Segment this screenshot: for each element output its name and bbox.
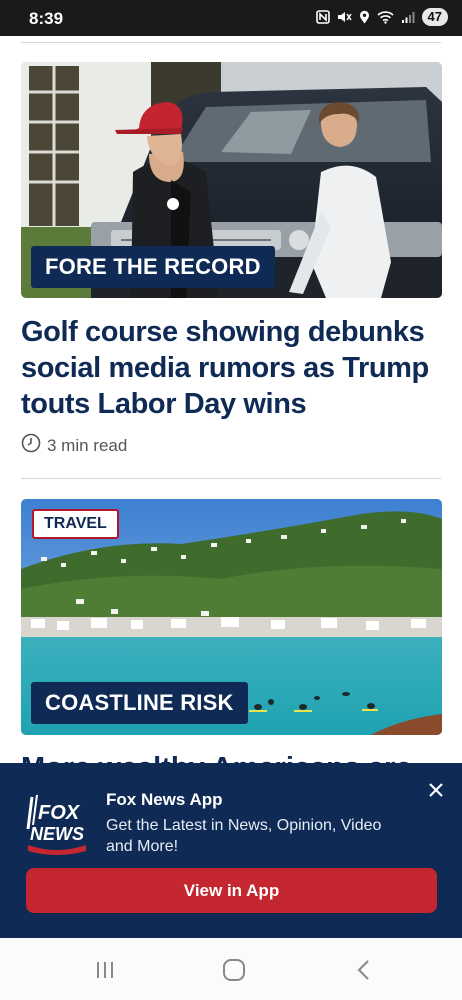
clock-icon xyxy=(21,433,41,458)
view-in-app-button[interactable]: View in App xyxy=(26,868,437,913)
article-1-headline[interactable]: Golf course showing debunks social media… xyxy=(21,314,441,422)
section-tag-travel[interactable]: TRAVEL xyxy=(32,509,119,539)
system-nav-bar xyxy=(0,938,462,1000)
back-icon[interactable] xyxy=(350,958,378,982)
battery-icon: 47 xyxy=(421,8,448,26)
divider xyxy=(21,478,441,479)
location-icon xyxy=(359,10,370,24)
recent-apps-icon[interactable] xyxy=(91,958,119,982)
status-time: 8:39 xyxy=(29,9,64,28)
nfc-icon xyxy=(315,10,330,24)
signal-icon xyxy=(401,10,415,24)
divider xyxy=(21,42,441,43)
article-kicker[interactable]: FORE THE RECORD xyxy=(31,246,275,288)
app-promo-banner: FOX NEWS Fox News App Get the Latest in … xyxy=(0,763,462,938)
status-bar: 8:39 47 xyxy=(0,0,462,36)
read-time-text: 3 min read xyxy=(47,435,128,455)
article-kicker[interactable]: COASTLINE RISK xyxy=(31,682,248,724)
read-time: 3 min read xyxy=(21,433,127,458)
fox-news-logo: FOX NEWS xyxy=(24,789,90,855)
article-2-image[interactable]: TRAVEL COASTLINE RISK xyxy=(21,499,442,735)
mute-icon xyxy=(337,10,352,24)
status-icons: 47 xyxy=(315,8,448,26)
close-icon[interactable] xyxy=(425,779,447,801)
promo-subtitle: Get the Latest in News, Opinion, Video a… xyxy=(106,817,382,855)
wifi-icon xyxy=(376,10,394,24)
promo-title: Fox News App xyxy=(106,790,223,809)
logo-text-news: NEWS xyxy=(30,824,84,844)
home-icon[interactable] xyxy=(220,958,248,982)
article-1-image[interactable]: FORE THE RECORD xyxy=(21,62,442,298)
logo-text-fox: FOX xyxy=(38,802,81,824)
